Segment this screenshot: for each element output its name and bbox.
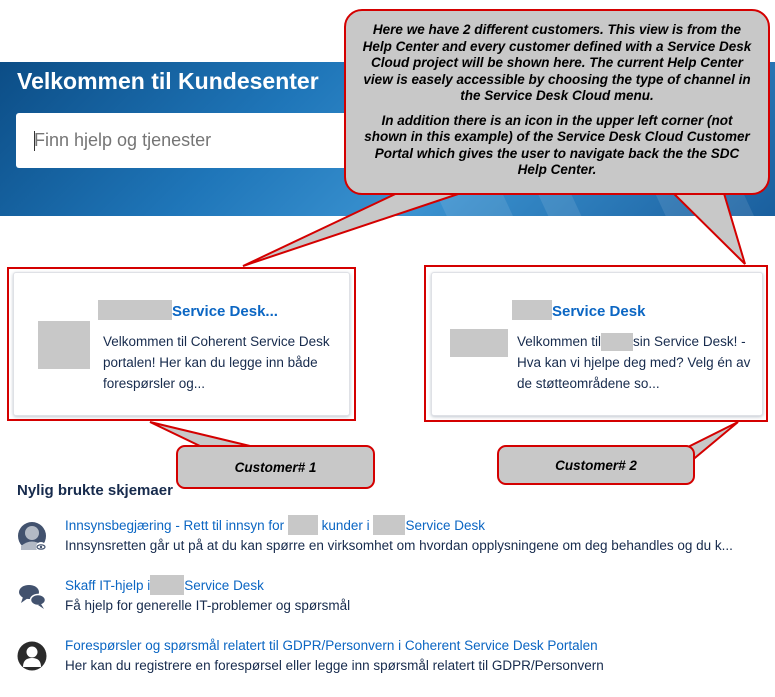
search-box[interactable] bbox=[16, 113, 366, 168]
annotation-callout: Here we have 2 different customers. This… bbox=[344, 9, 770, 195]
user-privacy-icon bbox=[18, 522, 46, 551]
person-silhouette-icon bbox=[17, 641, 47, 671]
recent-form-item[interactable]: Skaff IT-hjelp i Service Desk Få hjelp fo… bbox=[17, 575, 767, 620]
recent-form-link[interactable]: Innsynsbegjæring - Rett til innsyn for k… bbox=[65, 515, 485, 535]
annotation-frame-1 bbox=[7, 267, 356, 421]
search-input[interactable] bbox=[34, 130, 366, 151]
annotation-frame-2 bbox=[424, 265, 768, 422]
customer-label-2: Customer# 2 bbox=[497, 445, 695, 485]
recent-form-item[interactable]: Forespørsler og spørsmål relatert til GD… bbox=[17, 638, 767, 680]
redacted-name bbox=[287, 515, 318, 535]
page-title: Velkommen til Kundesenter bbox=[17, 68, 319, 94]
recent-form-description: Innsynsretten går ut på at du kan spørre… bbox=[65, 538, 733, 553]
recent-form-link[interactable]: Forespørsler og spørsmål relatert til GD… bbox=[65, 638, 598, 653]
text-caret bbox=[34, 131, 35, 151]
recent-form-description: Her kan du registrere en forespørsel ell… bbox=[65, 658, 604, 673]
redacted-name bbox=[150, 575, 185, 595]
recent-form-item[interactable]: Innsynsbegjæring - Rett til innsyn for k… bbox=[17, 515, 767, 560]
chat-bubbles-icon bbox=[19, 585, 47, 609]
customer-label-1: Customer# 1 bbox=[176, 445, 375, 489]
recent-form-description: Få hjelp for generelle IT-problemer og s… bbox=[65, 598, 351, 613]
recent-forms-title: Nylig brukte skjemaer bbox=[17, 482, 173, 499]
recent-form-link[interactable]: Skaff IT-hjelp i Service Desk bbox=[65, 575, 264, 595]
redacted-name bbox=[373, 515, 406, 535]
